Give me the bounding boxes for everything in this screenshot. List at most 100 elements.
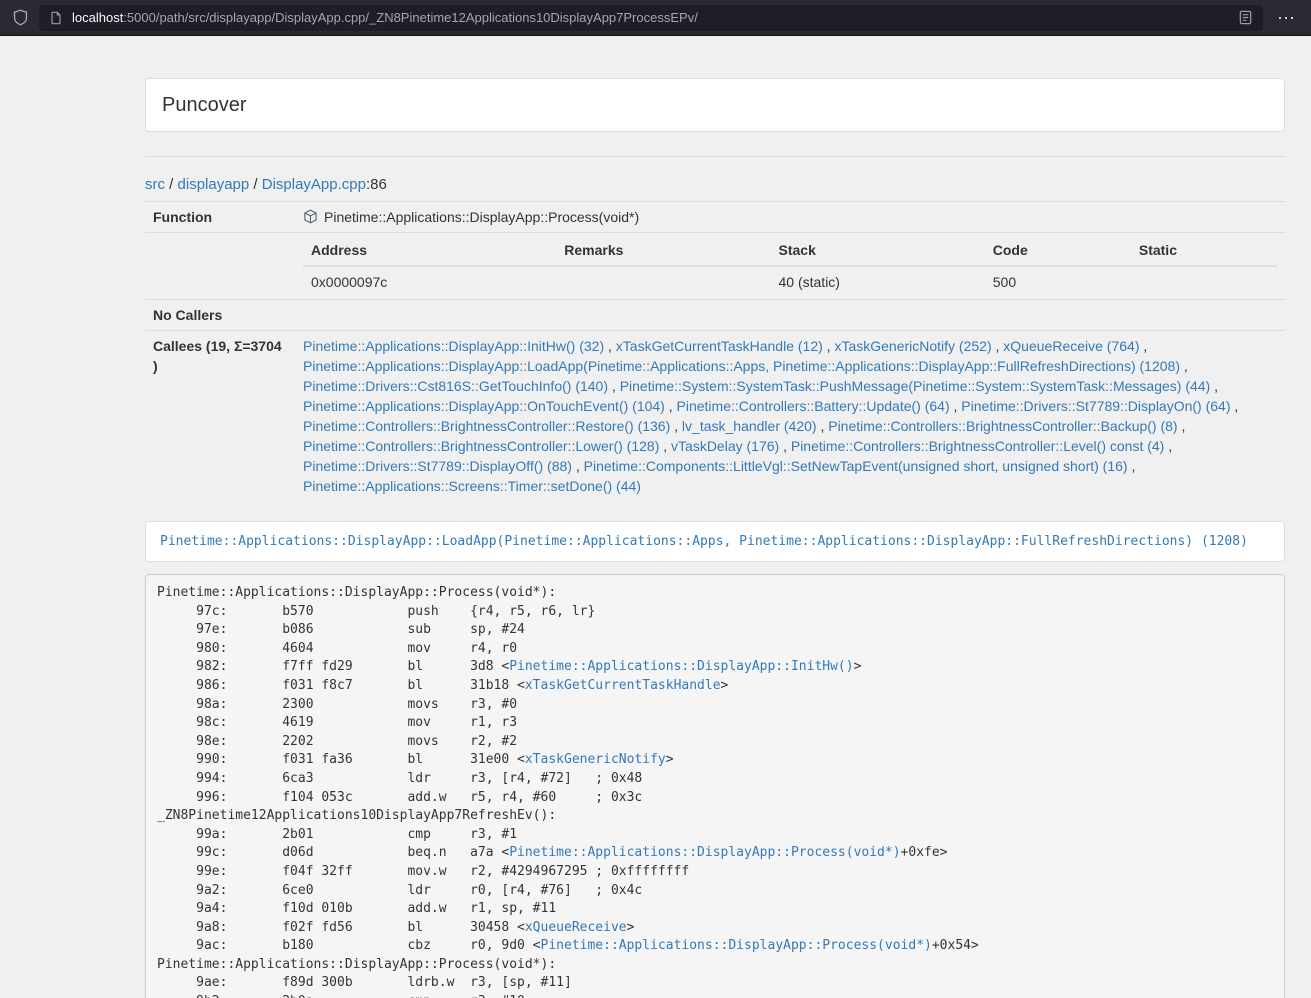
url-bar[interactable]: localhost:5000/path/src/displayapp/Displ… (39, 5, 1263, 31)
disasm-line: _ZN8Pinetime12Applications10DisplayApp7R… (157, 808, 556, 823)
callee-link[interactable]: xTaskGetCurrentTaskHandle (12) (616, 338, 823, 354)
metrics-header-row: Address Remarks Stack Code Static (303, 235, 1277, 266)
url-text: localhost:5000/path/src/displayapp/Displ… (72, 10, 1229, 25)
disasm-line: 99e: f04f 32ff mov.w r2, #4294967295 ; 0… (157, 864, 689, 879)
metrics-row: Address Remarks Stack Code Static 0x0000… (145, 233, 1285, 300)
metric-address: 0x0000097c (303, 266, 556, 297)
breadcrumb-link[interactable]: DisplayApp.cpp (262, 176, 366, 193)
disasm-line: 98a: 2300 movs r3, #0 (157, 697, 517, 712)
callee-link[interactable]: Pinetime::Controllers::BrightnessControl… (303, 438, 659, 454)
col-header-stack: Stack (771, 235, 985, 266)
callee-link[interactable]: Pinetime::Applications::DisplayApp::Init… (303, 338, 604, 354)
callee-link[interactable]: Pinetime::Applications::Screens::Timer::… (303, 478, 641, 494)
col-header-static: Static (1131, 235, 1277, 266)
breadcrumb-link[interactable]: src (145, 176, 165, 193)
symbol-cube-icon (303, 207, 318, 227)
callee-separator: , (1128, 458, 1136, 474)
callee-link[interactable]: Pinetime::Applications::DisplayApp::OnTo… (303, 398, 665, 414)
disasm-line: 97c: b570 push {r4, r5, r6, lr} (157, 604, 595, 619)
disasm-line: 980: 4604 mov r4, r0 (157, 641, 517, 656)
breadcrumb-separator: / (165, 176, 178, 193)
callee-link[interactable]: xTaskGenericNotify (252) (834, 338, 991, 354)
disasm-symbol-link[interactable]: Pinetime::Applications::DisplayApp::Proc… (541, 938, 932, 953)
disassembly: Pinetime::Applications::DisplayApp::Proc… (145, 574, 1285, 998)
breadcrumb-separator: / (249, 176, 262, 193)
callee-link[interactable]: Pinetime::Components::LittleVgl::SetNewT… (584, 458, 1128, 474)
selected-symbol-panel: Pinetime::Applications::DisplayApp::Load… (145, 521, 1285, 562)
selected-symbol-link[interactable]: Pinetime::Applications::DisplayApp::Load… (160, 534, 1248, 549)
callee-link[interactable]: Pinetime::Controllers::BrightnessControl… (791, 438, 1164, 454)
reader-mode-icon[interactable] (1238, 10, 1253, 25)
url-path: :5000/path/src/displayapp/DisplayApp.cpp… (123, 10, 698, 25)
disasm-line: 9a4: f10d 010b add.w r1, sp, #11 (157, 901, 556, 916)
overflow-menu-icon[interactable]: ⋯ (1273, 9, 1299, 27)
disasm-symbol-link[interactable]: xTaskGetCurrentTaskHandle (525, 678, 721, 693)
callee-link[interactable]: Pinetime::Drivers::St7789::DisplayOff() … (303, 458, 572, 474)
metric-remarks (556, 266, 770, 297)
callee-separator: , (817, 418, 829, 434)
page-icon[interactable] (49, 11, 63, 25)
callee-separator: , (1164, 438, 1172, 454)
callers-row: No Callers (145, 300, 1285, 331)
disasm-symbol-link[interactable]: xQueueReceive (525, 920, 627, 935)
callees-list: Pinetime::Applications::DisplayApp::Init… (295, 331, 1285, 502)
callee-link[interactable]: Pinetime::Controllers::BrightnessControl… (828, 418, 1177, 434)
callee-link[interactable]: Pinetime::Applications::DisplayApp::Load… (303, 358, 1180, 374)
disasm-line: 982: f7ff fd29 bl 3d8 <Pinetime::Applica… (157, 659, 861, 674)
callee-link[interactable]: Pinetime::Controllers::Battery::Update()… (677, 398, 950, 414)
page-content: Puncover src / displayapp / DisplayApp.c… (0, 78, 1311, 998)
callee-separator: , (572, 458, 584, 474)
disasm-symbol-link[interactable]: Pinetime::Applications::DisplayApp::Init… (509, 659, 853, 674)
callee-separator: , (950, 398, 962, 414)
disasm-symbol-link[interactable]: Pinetime::Applications::DisplayApp::Proc… (509, 845, 900, 860)
metric-stack: 40 (static) (771, 266, 985, 297)
disasm-line: 9ae: f89d 300b ldrb.w r3, [sp, #11] (157, 975, 572, 990)
callee-separator: , (1178, 418, 1186, 434)
disasm-line: 9b2: 2b0a cmp r3, #10 (157, 994, 525, 998)
callee-separator: , (659, 438, 671, 454)
callee-separator: , (670, 418, 682, 434)
disasm-symbol-link[interactable]: xTaskGenericNotify (525, 752, 666, 767)
disasm-line: 99c: d06d beq.n a7a <Pinetime::Applicati… (157, 845, 948, 860)
metrics-row-spacer (145, 233, 295, 300)
callee-separator: , (665, 398, 677, 414)
callee-link[interactable]: Pinetime::Drivers::St7789::DisplayOn() (… (961, 398, 1230, 414)
metrics-values-row: 0x0000097c 40 (static) 500 (303, 266, 1277, 297)
app-title-panel: Puncover (145, 78, 1285, 132)
callee-link[interactable]: Pinetime::Controllers::BrightnessControl… (303, 418, 670, 434)
callee-separator: , (1139, 338, 1147, 354)
disasm-line: 986: f031 f8c7 bl 31b18 <xTaskGetCurrent… (157, 678, 728, 693)
callee-link[interactable]: vTaskDelay (176) (671, 438, 779, 454)
disasm-line: 97e: b086 sub sp, #24 (157, 622, 525, 637)
shield-icon[interactable] (12, 9, 29, 26)
callee-link[interactable]: Pinetime::System::SystemTask::PushMessag… (620, 378, 1211, 394)
callee-separator: , (779, 438, 791, 454)
disasm-line: 990: f031 fa36 bl 31e00 <xTaskGenericNot… (157, 752, 674, 767)
function-signature: Pinetime::Applications::DisplayApp::Proc… (324, 209, 639, 225)
callee-link[interactable]: xQueueReceive (764) (1003, 338, 1139, 354)
breadcrumb: src / displayapp / DisplayApp.cpp:86 (145, 175, 1285, 195)
callee-separator: , (608, 378, 620, 394)
callee-separator: , (992, 338, 1004, 354)
disasm-line: Pinetime::Applications::DisplayApp::Proc… (157, 957, 556, 972)
browser-toolbar: localhost:5000/path/src/displayapp/Displ… (0, 0, 1311, 36)
disasm-line: 996: f104 053c add.w r5, r4, #60 ; 0x3c (157, 790, 642, 805)
no-callers-label: No Callers (145, 300, 295, 331)
callee-link[interactable]: lv_task_handler (420) (682, 418, 817, 434)
breadcrumb-links: src / displayapp / DisplayApp.cpp (145, 176, 366, 193)
metrics-table: Address Remarks Stack Code Static 0x0000… (303, 235, 1277, 297)
function-label: Function (145, 202, 295, 233)
callee-separator: , (1210, 378, 1218, 394)
divider (145, 156, 1285, 157)
function-table: Function Pinetime::Applications::Display… (145, 201, 1285, 501)
metric-code: 500 (985, 266, 1131, 297)
metric-static (1131, 266, 1277, 297)
callees-label: Callees (19, Σ=3704 ) (145, 331, 295, 502)
disasm-line: 9a2: 6ce0 ldr r0, [r4, #76] ; 0x4c (157, 883, 642, 898)
disasm-line: 994: 6ca3 ldr r3, [r4, #72] ; 0x48 (157, 771, 642, 786)
disasm-line: Pinetime::Applications::DisplayApp::Proc… (157, 585, 556, 600)
disasm-line: 98e: 2202 movs r2, #2 (157, 734, 517, 749)
breadcrumb-link[interactable]: displayapp (178, 176, 250, 193)
callee-link[interactable]: Pinetime::Drivers::Cst816S::GetTouchInfo… (303, 378, 608, 394)
page-title: Puncover (162, 93, 1268, 117)
